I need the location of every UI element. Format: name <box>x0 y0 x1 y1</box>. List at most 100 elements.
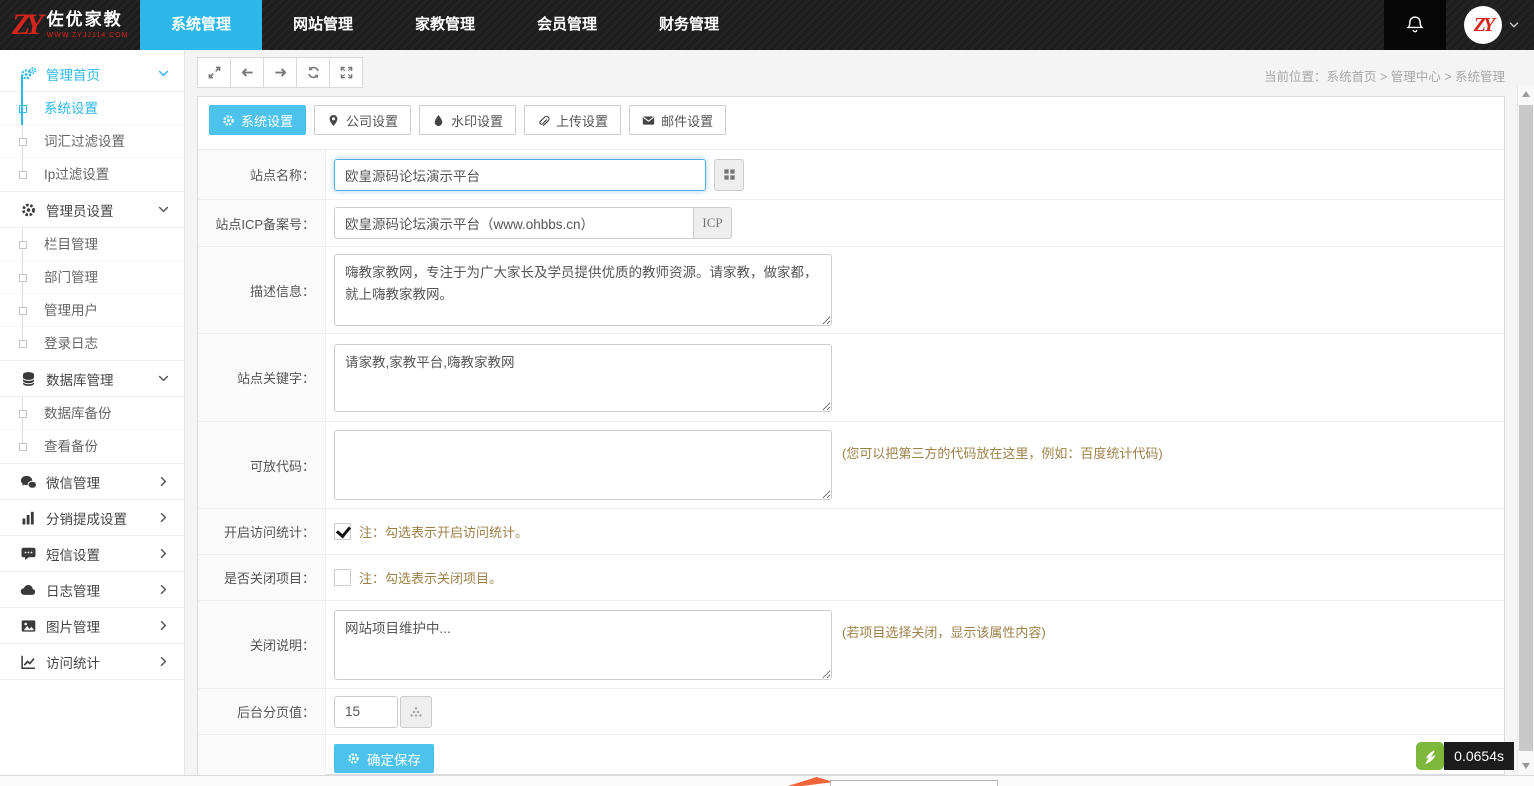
arrow-right-icon <box>273 65 288 80</box>
tab-mail-settings[interactable]: 邮件设置 <box>629 105 726 135</box>
sidebar-item-wechat-management[interactable]: 微信管理 <box>0 464 184 500</box>
notifications-button[interactable] <box>1384 0 1446 50</box>
envelope-icon <box>642 114 655 127</box>
description-textarea[interactable]: 嗨教家教网，专注于为广大家长及学员提供优质的教师资源。请家教，做家都，就上嗨教家… <box>334 254 832 326</box>
visit-stats-checkbox[interactable] <box>334 523 351 540</box>
arrow-left-icon <box>240 65 255 80</box>
tab-watermark-settings[interactable]: 水印设置 <box>419 105 516 135</box>
sidebar-item-column-management[interactable]: 栏目管理 <box>0 228 184 261</box>
close-project-checkbox[interactable] <box>334 569 351 586</box>
form-row-icp: 站点ICP备案号： ICP <box>198 200 1504 247</box>
form-row-keywords: 站点关键字： 请家教,家教平台,嗨教家教网 <box>198 334 1504 422</box>
close-project-note: 注：勾选表示关闭项目。 <box>359 568 502 587</box>
tab-company-settings[interactable]: 公司设置 <box>314 105 411 135</box>
description-label: 描述信息： <box>198 247 326 333</box>
trace-badge[interactable]: 0.0654s <box>1416 742 1514 770</box>
icp-input[interactable] <box>334 207 694 239</box>
user-menu[interactable]: ZY <box>1464 0 1520 50</box>
nav-tab-finance-management[interactable]: 财务管理 <box>628 0 750 50</box>
location-pin-icon <box>327 114 340 127</box>
form-row-embed-code: 可放代码： (您可以把第三方的代码放在这里，例如：百度统计代码) <box>198 422 1504 509</box>
sidebar-item-department-management[interactable]: 部门管理 <box>0 261 184 294</box>
gear-icon <box>347 752 360 765</box>
line-chart-icon <box>20 654 37 670</box>
tab-upload-settings[interactable]: 上传设置 <box>524 105 621 135</box>
topbar: ZY 佐优家教 WWW.ZYJJ114.COM 系统管理 网站管理 家教管理 会… <box>0 0 1534 50</box>
form-row-close-message: 关闭说明： 网站项目维护中... (若项目选择关闭，显示该属性内容) <box>198 601 1504 689</box>
forward-button[interactable] <box>263 57 297 88</box>
save-button[interactable]: 确定保存 <box>334 744 434 773</box>
sidebar-item-database-backup[interactable]: 数据库备份 <box>0 397 184 430</box>
sidebar: 管理首页 系统设置 词汇过滤设置 Ip过滤设置 管理员设置 栏目管理 部门管理 … <box>0 50 185 775</box>
icp-addon: ICP <box>694 207 732 239</box>
scroll-up-arrow[interactable] <box>1522 91 1530 97</box>
app-logo[interactable]: ZY 佐优家教 WWW.ZYJJ114.COM <box>0 0 140 50</box>
back-button[interactable] <box>230 57 264 88</box>
sidebar-item-ip-filter-settings[interactable]: Ip过滤设置 <box>0 158 184 191</box>
app-subtitle: WWW.ZYJJ114.COM <box>47 32 129 40</box>
form-row-save: 确定保存 <box>198 735 1504 780</box>
chevron-right-icon <box>157 619 170 632</box>
site-name-label: 站点名称： <box>198 150 326 199</box>
page-size-picker-button[interactable] <box>400 696 432 728</box>
close-message-hint: (若项目选择关闭，显示该属性内容) <box>842 622 1046 641</box>
avatar: ZY <box>1464 6 1502 44</box>
sidebar-item-admin-home[interactable]: 管理首页 <box>0 56 184 92</box>
embed-code-textarea[interactable] <box>334 430 832 500</box>
vertical-scrollbar[interactable] <box>1517 85 1534 775</box>
nav-tab-system-management[interactable]: 系统管理 <box>140 0 262 50</box>
system-settings-form: 站点名称： 站点ICP备案号： ICP <box>198 149 1504 774</box>
nav-tab-website-management[interactable]: 网站管理 <box>262 0 384 50</box>
close-message-label: 关闭说明： <box>198 601 326 688</box>
bottom-strip-box <box>830 780 998 786</box>
nav-tab-tutor-management[interactable]: 家教管理 <box>384 0 506 50</box>
form-row-site-name: 站点名称： <box>198 150 1504 200</box>
cloud-icon <box>20 582 37 598</box>
page-size-input[interactable] <box>334 696 398 728</box>
gear-icon <box>222 114 235 127</box>
nav-tab-member-management[interactable]: 会员管理 <box>506 0 628 50</box>
fullscreen-button[interactable] <box>329 57 363 88</box>
image-icon <box>20 618 37 634</box>
visit-stats-note: 注：勾选表示开启访问统计。 <box>359 522 528 541</box>
sidebar-submenu-admin-settings: 栏目管理 部门管理 管理用户 登录日志 <box>0 228 184 361</box>
sidebar-item-sms-settings[interactable]: 短信设置 <box>0 536 184 572</box>
chevron-right-icon <box>157 547 170 560</box>
sidebar-item-word-filter-settings[interactable]: 词汇过滤设置 <box>0 125 184 158</box>
scroll-down-arrow[interactable] <box>1522 763 1530 769</box>
sidebar-item-login-logs[interactable]: 登录日志 <box>0 327 184 360</box>
scrollbar-thumb[interactable] <box>1519 105 1533 751</box>
refresh-button[interactable] <box>296 57 330 88</box>
expand-button[interactable] <box>197 57 231 88</box>
sidebar-item-image-management[interactable]: 图片管理 <box>0 608 184 644</box>
settings-tabs: 系统设置 公司设置 水印设置 上传设置 邮件设置 <box>198 97 1504 143</box>
sidebar-item-commission-settings[interactable]: 分销提成设置 <box>0 500 184 536</box>
settings-panel: 系统设置 公司设置 水印设置 上传设置 邮件设置 站点名称： <box>197 96 1505 775</box>
page-size-label: 后台分页值： <box>198 689 326 734</box>
chevron-down-icon <box>1508 19 1520 31</box>
site-name-picker-button[interactable] <box>714 159 744 191</box>
visit-stats-label: 开启访问统计： <box>198 509 326 554</box>
chevron-right-icon <box>157 475 170 488</box>
fullscreen-icon <box>339 65 354 80</box>
sidebar-item-admin-settings[interactable]: 管理员设置 <box>0 192 184 228</box>
site-name-input[interactable] <box>334 159 706 191</box>
sidebar-item-admin-users[interactable]: 管理用户 <box>0 294 184 327</box>
sidebar-item-view-backup[interactable]: 查看备份 <box>0 430 184 463</box>
sidebar-item-system-settings[interactable]: 系统设置 <box>0 92 184 125</box>
sidebar-item-visit-statistics[interactable]: 访问统计 <box>0 644 184 680</box>
database-icon <box>20 371 37 387</box>
breadcrumb: 当前位置：系统首页 > 管理中心 > 系统管理 <box>1264 66 1505 85</box>
sidebar-item-database-management[interactable]: 数据库管理 <box>0 361 184 397</box>
paperclip-icon <box>537 114 550 127</box>
comment-icon <box>20 546 37 562</box>
embed-code-label: 可放代码： <box>198 422 326 508</box>
load-time: 0.0654s <box>1444 742 1514 770</box>
top-nav: 系统管理 网站管理 家教管理 会员管理 财务管理 <box>140 0 750 50</box>
keywords-textarea[interactable]: 请家教,家教平台,嗨教家教网 <box>334 344 832 412</box>
tab-system-settings[interactable]: 系统设置 <box>209 105 306 135</box>
sidebar-submenu-admin-home: 系统设置 词汇过滤设置 Ip过滤设置 <box>0 92 184 192</box>
icp-label: 站点ICP备案号： <box>198 200 326 246</box>
sidebar-item-log-management[interactable]: 日志管理 <box>0 572 184 608</box>
close-message-textarea[interactable]: 网站项目维护中... <box>334 610 832 680</box>
